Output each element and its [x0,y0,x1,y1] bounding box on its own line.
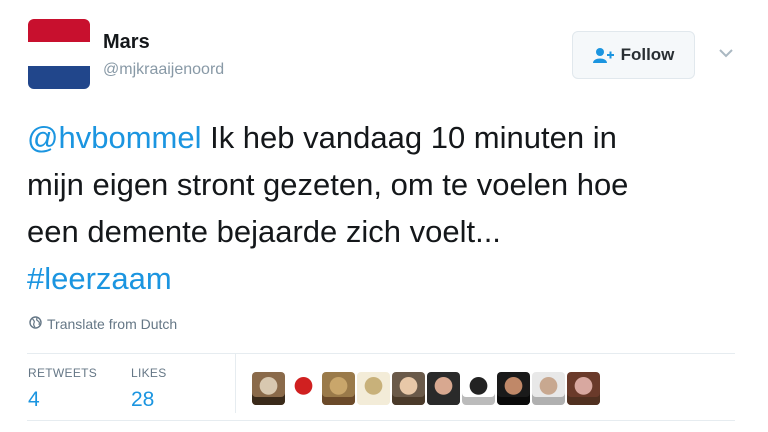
liker-avatars [252,372,600,405]
liker-avatar[interactable] [462,372,495,405]
liker-avatar[interactable] [357,372,390,405]
tweet-text: @hvbommel Ik heb vandaag 10 minuten in m… [27,114,727,302]
add-user-icon [592,47,615,63]
retweets-stat[interactable]: RETWEETS 4 [28,366,97,412]
translate-label: Translate from Dutch [47,316,178,332]
stat-divider [235,354,236,413]
liker-avatar[interactable] [567,372,600,405]
liker-avatar[interactable] [392,372,425,405]
liker-avatar[interactable] [252,372,285,405]
globe-icon [29,316,42,332]
liker-avatar[interactable] [322,372,355,405]
likes-count: 28 [131,388,155,411]
mention-link[interactable]: @hvbommel [27,120,201,155]
retweets-count: 4 [28,388,40,411]
likes-label: LIKES [131,366,167,380]
user-handle[interactable]: @mjkraaijenoord [103,60,224,80]
retweets-label: RETWEETS [28,366,98,380]
translate-link[interactable]: Translate from Dutch [29,316,177,332]
liker-avatar[interactable] [287,372,320,405]
liker-avatar[interactable] [427,372,460,405]
likes-stat[interactable]: LIKES 28 [131,366,167,412]
follow-button-label: Follow [620,45,675,64]
tweet-line-1-text: Ik heb vandaag 10 minuten in [201,120,617,155]
hashtag-link[interactable]: #leerzaam [27,261,172,296]
avatar[interactable] [28,19,90,89]
tweet-line-2: mijn eigen stront gezeten, om te voelen … [27,167,629,202]
chevron-down-icon[interactable] [717,46,735,60]
divider [27,420,735,421]
divider [27,353,735,354]
avatar-stripe-blue [28,65,90,89]
avatar-stripe-white [28,42,90,66]
display-name[interactable]: Mars [103,30,224,54]
avatar-stripe-red [28,19,90,43]
author-info[interactable]: Mars @mjkraaijenoord [103,30,224,80]
follow-button[interactable]: Follow [572,31,695,79]
tweet-line-1: @hvbommel Ik heb vandaag 10 minuten in [27,114,727,161]
liker-avatar[interactable] [497,372,530,405]
tweet-line-3: een demente bejaarde zich voelt... [27,214,501,249]
liker-avatar[interactable] [532,372,565,405]
